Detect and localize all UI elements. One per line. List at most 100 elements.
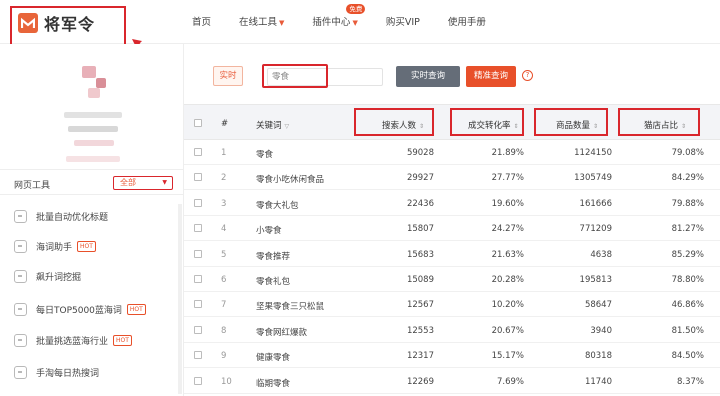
cell-tmall-share: 81.50%: [671, 325, 704, 336]
cell-search-count: 12317: [406, 351, 434, 362]
row-checkbox[interactable]: [194, 300, 202, 309]
cell-tmall-share: 85.29%: [671, 249, 704, 260]
nav-buy-vip[interactable]: 购买VIP: [386, 14, 420, 28]
sidebar-item-hot-search[interactable]: 手淘每日热搜词: [14, 366, 99, 379]
cell-goods-count: 195813: [579, 275, 612, 285]
tool-icon: [14, 270, 27, 283]
cell-keyword[interactable]: 坚果零食三只松鼠: [256, 300, 324, 312]
sidebar-item-rising-words[interactable]: 飙升词挖掘: [14, 270, 81, 283]
chevron-down-icon: ▼: [162, 179, 167, 186]
row-checkbox[interactable]: [194, 148, 202, 156]
cell-rank: 2: [221, 173, 227, 184]
table-row[interactable]: 4 小零食 15807 24.27% 771209 81.27%: [184, 216, 720, 242]
cell-goods-count: 4638: [590, 249, 612, 260]
cell-search-count: 12269: [406, 376, 434, 387]
nav-online-tools[interactable]: 在线工具 ▼: [239, 14, 284, 28]
cell-keyword[interactable]: 零食推荐: [256, 250, 290, 262]
cell-tmall-share: 79.08%: [671, 148, 704, 158]
sidebar-item-blue-ocean[interactable]: 批量挑选蓝海行业 HOT: [14, 334, 132, 347]
cell-rank: 7: [221, 300, 227, 311]
cell-search-count: 59028: [406, 148, 434, 158]
table-row[interactable]: 1 零食 59028 21.89% 1124150 79.08%: [184, 140, 720, 165]
cell-goods-count: 1305749: [574, 173, 612, 184]
cell-tmall-share: 84.29%: [671, 173, 704, 184]
cell-goods-count: 3940: [590, 325, 612, 336]
cell-conversion: 19.60%: [491, 198, 524, 209]
row-checkbox[interactable]: [194, 325, 202, 334]
annotation-box-goods: [534, 108, 608, 136]
cell-keyword[interactable]: 零食礼包: [256, 275, 290, 287]
table-row[interactable]: 10 临期零食 12269 7.69% 11740 8.37%: [184, 369, 720, 394]
table-row[interactable]: 3 零食大礼包 22436 19.60% 161666 79.88%: [184, 191, 720, 216]
table-row[interactable]: 5 零食推荐 15683 21.63% 4638 85.29%: [184, 242, 720, 267]
table-row[interactable]: 6 零食礼包 15089 20.28% 195813 78.80%: [184, 267, 720, 292]
tool-filter-select[interactable]: 全部 ▼: [113, 176, 173, 190]
row-checkbox[interactable]: [194, 275, 202, 283]
filter-icon: ▽: [284, 123, 290, 130]
cell-goods-count: 161666: [579, 198, 612, 209]
row-checkbox[interactable]: [194, 376, 202, 385]
help-icon[interactable]: ?: [522, 70, 533, 81]
row-checkbox[interactable]: [194, 249, 202, 258]
cell-keyword[interactable]: 临期零食: [256, 377, 290, 389]
cell-keyword[interactable]: 零食小吃休闲食品: [256, 173, 324, 185]
row-checkbox[interactable]: [194, 224, 202, 233]
cell-conversion: 10.20%: [491, 300, 524, 311]
header-keyword[interactable]: 关键词 ▽: [256, 119, 289, 131]
nav-manual[interactable]: 使用手册: [448, 14, 486, 28]
sidebar-item-batch-title[interactable]: 批量自动优化标题: [14, 210, 108, 223]
cell-goods-count: 58647: [584, 300, 612, 311]
cell-rank: 10: [221, 376, 232, 387]
hot-badge: HOT: [77, 241, 96, 252]
cell-tmall-share: 79.88%: [671, 198, 704, 209]
sidebar-scrollbar[interactable]: [178, 204, 182, 394]
cell-tmall-share: 78.80%: [671, 275, 704, 285]
row-checkbox[interactable]: [194, 351, 202, 360]
cell-conversion: 21.63%: [491, 249, 524, 260]
hot-badge: HOT: [113, 335, 132, 346]
cell-goods-count: 771209: [579, 224, 612, 235]
cell-conversion: 24.27%: [491, 224, 524, 235]
select-all-checkbox[interactable]: [194, 119, 202, 127]
realtime-tag[interactable]: 实时: [213, 66, 243, 86]
annotation-box-share: [618, 108, 700, 136]
sidebar-item-keyword-helper[interactable]: 海词助手 HOT: [14, 240, 96, 253]
cell-tmall-share: 8.37%: [676, 376, 704, 387]
annotation-box-conversion: [450, 108, 524, 136]
cell-rank: 8: [221, 325, 227, 336]
cell-search-count: 15089: [406, 275, 434, 285]
annotation-box-search-count: [354, 108, 434, 136]
cell-rank: 1: [221, 148, 227, 158]
cell-search-count: 12567: [406, 300, 434, 311]
row-checkbox[interactable]: [194, 173, 202, 182]
tool-icon: [14, 240, 27, 253]
tool-icon: [14, 366, 27, 379]
realtime-query-button[interactable]: 实时查询: [396, 66, 460, 87]
cell-conversion: 7.69%: [496, 376, 524, 387]
cell-goods-count: 1124150: [574, 148, 612, 158]
cell-keyword[interactable]: 健康零食: [256, 351, 290, 363]
annotation-box-search: [262, 64, 328, 88]
table-row[interactable]: 2 零食小吃休闲食品 29927 27.77% 1305749 84.29%: [184, 165, 720, 191]
table-row[interactable]: 8 零食网红爆款 12553 20.67% 3940 81.50%: [184, 318, 720, 343]
cell-conversion: 20.28%: [491, 275, 524, 285]
cell-keyword[interactable]: 零食大礼包: [256, 199, 299, 211]
sidebar-item-top5000[interactable]: 每日TOP5000蓝海词 HOT: [14, 303, 146, 316]
cell-rank: 9: [221, 351, 227, 362]
main-nav: 首页 在线工具 ▼ 插件中心 ▼ 免费 购买VIP 使用手册: [192, 4, 514, 28]
table-row[interactable]: 7 坚果零食三只松鼠 12567 10.20% 58647 46.86%: [184, 292, 720, 318]
precise-query-button[interactable]: 精准查询: [466, 66, 516, 87]
cell-keyword[interactable]: 零食网红爆款: [256, 326, 307, 338]
cell-keyword[interactable]: 小零食: [256, 224, 282, 236]
nav-home[interactable]: 首页: [192, 14, 211, 28]
cell-search-count: 15683: [406, 249, 434, 260]
hot-badge: HOT: [126, 304, 146, 315]
caret-down-icon: ▼: [352, 19, 358, 27]
nav-plugin-center[interactable]: 插件中心 ▼ 免费: [312, 4, 366, 28]
header-rank: #: [221, 119, 229, 129]
cell-search-count: 15807: [406, 224, 434, 235]
cell-keyword[interactable]: 零食: [256, 148, 273, 160]
row-checkbox[interactable]: [194, 198, 202, 207]
cell-rank: 4: [221, 224, 227, 235]
table-row[interactable]: 9 健康零食 12317 15.17% 80318 84.50%: [184, 343, 720, 369]
